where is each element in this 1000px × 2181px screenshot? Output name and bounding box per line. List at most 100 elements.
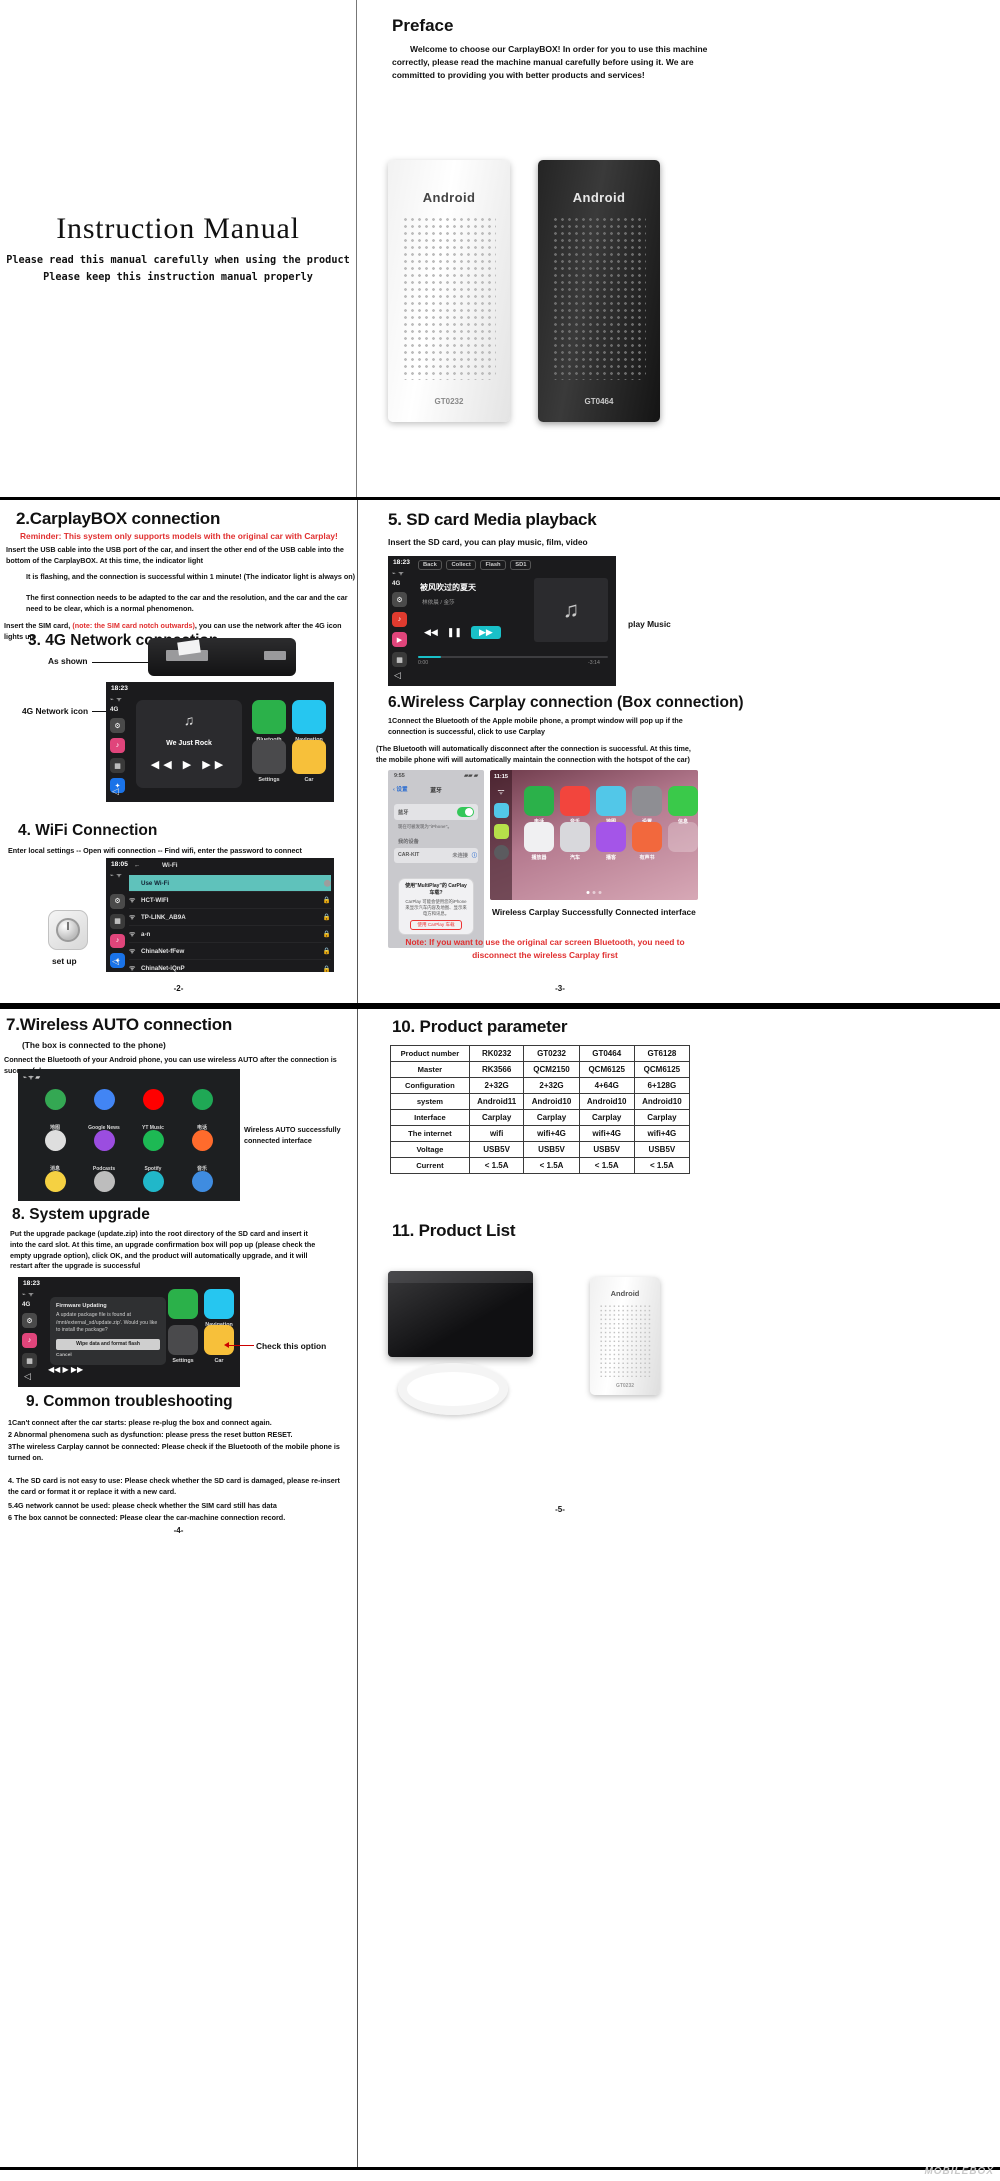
auto-app-spotify[interactable]: Spotify <box>142 1130 164 1172</box>
music-icon[interactable]: ♪ <box>22 1333 37 1348</box>
app-settings[interactable]: Settings <box>168 1325 198 1364</box>
auto-app-calls[interactable]: 通话 <box>93 1171 115 1201</box>
carplay-prompt-dialog[interactable]: 使用"MultiPlay"的 CarPlay 车载? CarPlay 可能会使用… <box>398 878 474 935</box>
section-6-heading: 6.Wireless Carplay connection (Box conne… <box>388 694 744 711</box>
app-bluetooth[interactable] <box>168 1289 198 1319</box>
progress-bar[interactable] <box>418 656 608 658</box>
back-icon[interactable]: ◁ <box>112 786 119 797</box>
info-icon[interactable]: ⓘ <box>472 852 477 859</box>
chip-sd1[interactable]: SD1 <box>510 560 532 570</box>
playback-controls[interactable]: ◀◀ ▶ ▶▶ <box>48 1365 83 1374</box>
cell: 6+128G <box>633 1077 691 1094</box>
section-2-reminder: Reminder: This system only supports mode… <box>20 531 338 541</box>
apps-icon[interactable]: ▦ <box>110 758 125 773</box>
section-5-heading: 5. SD card Media playback <box>388 510 597 529</box>
cell: RK0232 <box>468 1045 525 1062</box>
next-icon[interactable]: ▶▶ <box>470 626 501 639</box>
wifi-toggle-row[interactable]: Use Wi-Fi ⬤ <box>129 875 331 892</box>
music-icon[interactable]: ♪ <box>110 933 125 949</box>
gear-icon[interactable]: ⚙ <box>22 1313 37 1328</box>
back-icon[interactable]: ◁ <box>112 956 119 967</box>
chip-flash[interactable]: Flash <box>480 560 506 570</box>
carplay-app-music[interactable]: 音乐 <box>560 786 590 825</box>
chip-back[interactable]: Back <box>418 560 442 570</box>
auto-app-phone[interactable]: 电话 <box>191 1089 213 1131</box>
wifi-network-row[interactable]: ᯤ HCT-WIFI 🔒 <box>129 892 331 909</box>
previous-icon[interactable]: ◀◀ <box>424 627 438 638</box>
apps-icon[interactable]: ▦ <box>110 913 125 929</box>
section-9-item: 3The wireless Carplay cannot be connecte… <box>8 1442 340 1462</box>
use-carplay-button[interactable]: 使用 CarPlay 车载 <box>410 919 462 930</box>
callout-arrow-icon <box>224 1342 229 1348</box>
bluetooth-toggle[interactable] <box>457 807 474 817</box>
settings-icon[interactable] <box>493 845 509 860</box>
section-6-note: Note: If you want to use the original ca… <box>405 937 685 960</box>
media-toolbar[interactable]: Back Collect Flash SD1 <box>418 560 534 570</box>
playback-controls[interactable]: ◀◀ ❚❚ ▶▶ <box>424 626 501 639</box>
app-bluetooth[interactable]: Bluetooth <box>252 700 286 743</box>
app-navigation[interactable]: Navigation <box>292 700 326 743</box>
maps-icon[interactable] <box>493 803 509 818</box>
carplay-app-audiobooks[interactable]: 有声书 <box>632 822 662 861</box>
auto-app-podcasts[interactable]: Podcasts <box>93 1130 115 1172</box>
auto-app-settings[interactable]: 设置 <box>44 1171 66 1201</box>
page-dots[interactable] <box>586 891 602 894</box>
wifi-network-row[interactable]: ᯤ a-n 🔒 <box>129 926 331 943</box>
cell: < 1.5A <box>578 1157 635 1174</box>
carplay-app-messages[interactable]: 信息 <box>668 786 698 825</box>
app-navigation[interactable]: Navigation <box>204 1289 234 1328</box>
back-icon[interactable]: ◁ <box>394 670 401 681</box>
back-icon[interactable]: ◁ <box>24 1371 31 1382</box>
phone-icon[interactable] <box>493 824 509 839</box>
auto-app-maps[interactable]: 地图 <box>44 1089 66 1131</box>
app-settings[interactable]: Settings <box>252 740 286 783</box>
auto-app-google-news[interactable]: Google News <box>88 1089 120 1131</box>
my-devices-header: 我的设备 <box>398 839 419 845</box>
table-row: Current < 1.5A < 1.5A < 1.5A < 1.5A <box>390 1157 691 1174</box>
video-icon[interactable]: ▶ <box>392 632 407 647</box>
pause-icon[interactable]: ❚❚ <box>447 627 462 638</box>
music-icon[interactable]: ♪ <box>110 738 125 753</box>
auto-app-messages[interactable]: 消息 <box>44 1130 66 1172</box>
phone-status-time: 9:55 <box>394 773 405 779</box>
wifi-network-row[interactable]: ᯤ ChinaNet-iQnP 🔒 <box>129 960 331 972</box>
auto-app-yt-music[interactable]: YT Music <box>142 1089 164 1131</box>
wifi-network-row[interactable]: ᯤ TP-LINK_AB9A 🔒 <box>129 909 331 926</box>
auto-app-music[interactable]: 音乐 <box>191 1130 213 1172</box>
app-car[interactable]: Car <box>204 1325 234 1364</box>
section-10-heading: 10. Product parameter <box>392 1017 568 1036</box>
leader-line <box>92 662 150 663</box>
playback-controls[interactable]: ◀◀ ▶ ▶▶ <box>136 758 242 771</box>
gear-icon[interactable]: ⚙ <box>110 718 125 733</box>
section-6-line-1: 1Connect the Bluetooth of the Apple mobi… <box>388 716 683 736</box>
carplay-app-car[interactable]: 汽车 <box>560 822 590 861</box>
carplay-side-rail: 11:15 ᯤ <box>490 770 512 900</box>
wifi-network-row[interactable]: ᯤ ChinaNet-fFew 🔒 <box>129 943 331 960</box>
section-9-item: 1Can't connect after the car starts: ple… <box>8 1418 272 1427</box>
gear-icon[interactable]: ⚙ <box>392 592 407 607</box>
carplay-app-podcasts[interactable]: 播客 <box>596 822 626 861</box>
table-row: Product number RK0232 GT0232 GT0464 GT61… <box>390 1045 691 1062</box>
wifi-back-icon[interactable]: ← <box>134 862 140 869</box>
cancel-button[interactable]: Cancel <box>56 1353 160 1360</box>
auto-app-settings-2[interactable]: 设置 <box>191 1171 213 1201</box>
auto-app-calendar[interactable]: 日历 <box>142 1171 164 1201</box>
carplay-app-settings[interactable]: 设置 <box>632 786 662 825</box>
apps-icon[interactable]: ▦ <box>22 1353 37 1368</box>
chip-collect[interactable]: Collect <box>446 560 476 570</box>
section-9-heading: 9. Common troubleshooting <box>26 1393 233 1410</box>
music-player-card[interactable]: ♫ We Just Rock ◀◀ ▶ ▶▶ <box>136 700 242 788</box>
firmware-update-dialog[interactable]: Firmware Updating A update package file … <box>50 1297 166 1365</box>
carplay-app-phone[interactable]: 电话 <box>524 786 554 825</box>
music-icon[interactable]: ♪ <box>392 612 407 627</box>
toggle-switch[interactable]: ⬤ <box>324 879 331 887</box>
wifi-icon: ᯤ <box>129 896 136 904</box>
carplay-app-maps[interactable]: 地图 <box>596 786 626 825</box>
app-car[interactable]: Car <box>292 740 326 783</box>
carplay-app-player[interactable]: 播放器 <box>524 822 554 861</box>
section-5-sub: Insert the SD card, you can play music, … <box>388 537 588 547</box>
gear-icon[interactable]: ⚙ <box>110 894 125 909</box>
apps-icon[interactable]: ▦ <box>392 652 407 667</box>
wipe-data-option[interactable]: Wipe data and format flash <box>56 1338 160 1350</box>
speaker-grille-icon <box>402 216 496 380</box>
